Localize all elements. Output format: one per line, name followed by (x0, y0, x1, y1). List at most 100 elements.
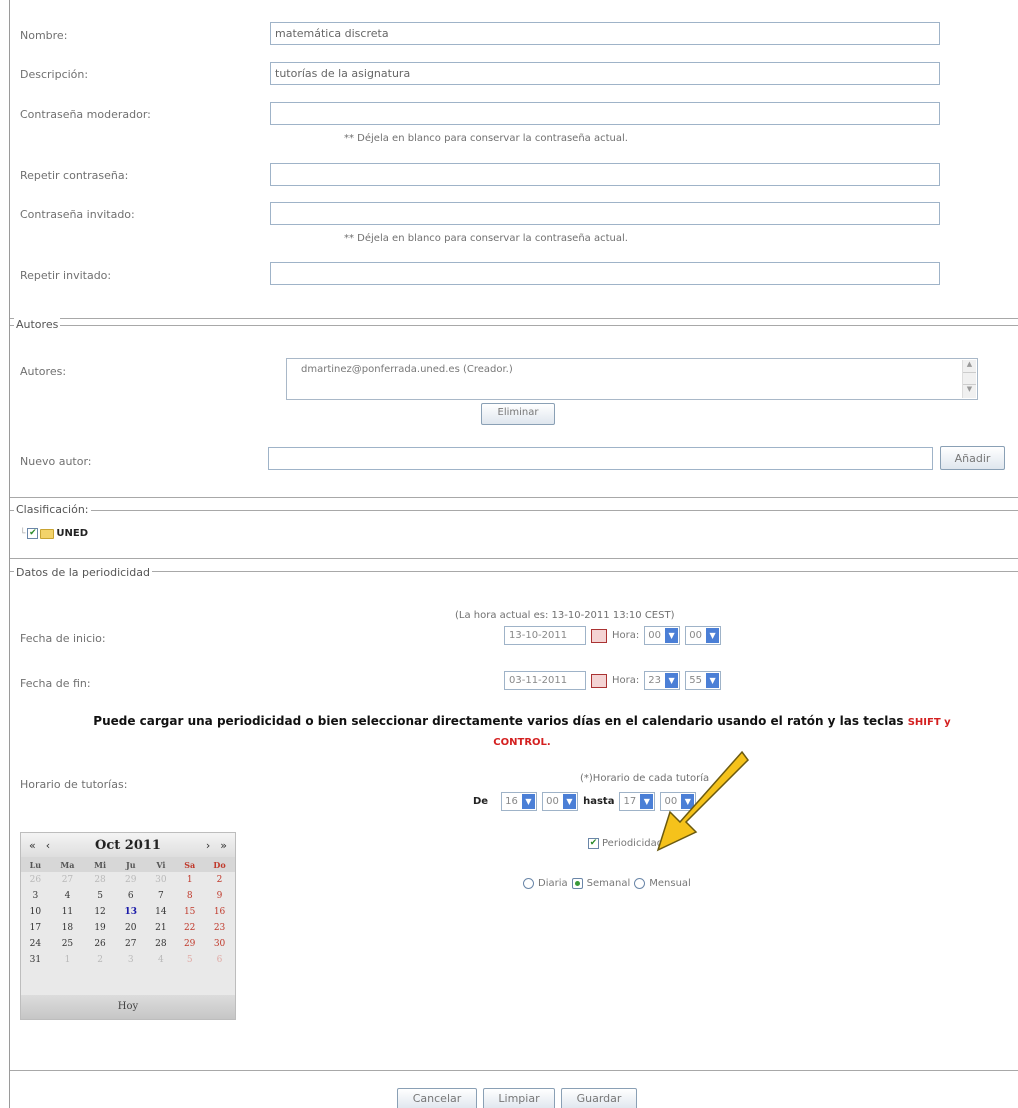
diaria-radio[interactable] (523, 878, 534, 889)
next-year-icon[interactable]: » (220, 839, 227, 852)
autores-listbox[interactable]: dmartinez@ponferrada.uned.es (Creador.) … (286, 358, 978, 400)
calendar-day[interactable]: 21 (147, 920, 176, 936)
semanal-label: Semanal (586, 878, 631, 889)
eliminar-button[interactable]: Eliminar (481, 403, 555, 425)
prev-year-icon[interactable]: « (29, 839, 36, 852)
calendar-day[interactable]: 27 (50, 872, 85, 888)
calendar-day[interactable]: 8 (175, 888, 204, 904)
calendar-icon[interactable] (591, 628, 607, 643)
calendar-day[interactable]: 19 (85, 920, 115, 936)
calendar-day[interactable]: 25 (50, 936, 85, 952)
tree-checkbox-icon[interactable]: ✔ (27, 528, 39, 539)
fecha-fin-input[interactable]: 03-11-2011 (504, 671, 586, 690)
chevron-down-icon: ▼ (664, 628, 679, 643)
scroll-up-icon[interactable]: ▲ (963, 360, 976, 373)
fecha-fin-group: 03-11-2011 Hora: 23 ▼ 55 ▼ (504, 671, 722, 690)
calendar-widget[interactable]: « ‹ Oct 2011 › » Lu Ma Mi Ju Vi Sa Do 26 27 28 29… (20, 832, 236, 1020)
invitado-note: ** Déjela en blanco para conservar la co… (344, 233, 628, 244)
frequency-radio-group: Diaria Semanal Mensual (523, 878, 691, 889)
scroll-down-icon[interactable]: ▼ (963, 384, 976, 396)
calendar-week: 17 18 19 20 21 22 23 (21, 920, 235, 936)
de-hour-select[interactable]: 16 ▼ (501, 792, 538, 811)
calendar-day[interactable]: 16 (204, 904, 235, 920)
semanal-radio[interactable] (571, 878, 583, 889)
autor-item[interactable]: dmartinez@ponferrada.uned.es (Creador.) (301, 364, 513, 375)
calendar-day[interactable]: 4 (147, 952, 176, 968)
calendar-day[interactable]: 5 (175, 952, 204, 968)
repetir-contrasena-input[interactable] (270, 163, 940, 186)
calendar-day[interactable]: 6 (115, 888, 147, 904)
calendar-day[interactable]: 4 (50, 888, 85, 904)
calendar-day[interactable]: 7 (147, 888, 176, 904)
calendar-day[interactable]: 3 (21, 888, 50, 904)
limpiar-button[interactable]: Limpiar (483, 1088, 555, 1108)
calendar-day[interactable]: 22 (175, 920, 204, 936)
calendar-day-name: Sa (175, 857, 205, 872)
calendar-day[interactable]: 31 (21, 952, 50, 968)
action-buttons: Cancelar Limpiar Guardar (397, 1088, 637, 1108)
calendar-day[interactable]: 12 (85, 904, 115, 920)
calendar-day[interactable]: 1 (50, 952, 85, 968)
tree-node-uned[interactable]: └ ✔ UNED (20, 528, 88, 539)
contrasena-invitado-input[interactable] (270, 202, 940, 225)
calendar-day[interactable]: 30 (147, 872, 176, 888)
contrasena-moderador-input[interactable] (270, 102, 940, 125)
calendar-day[interactable]: 14 (147, 904, 176, 920)
guardar-button[interactable]: Guardar (561, 1088, 637, 1108)
fin-minute-select[interactable]: 55 ▼ (685, 671, 722, 690)
fecha-inicio-input[interactable]: 13-10-2011 (504, 626, 586, 645)
inicio-minute-value: 00 (689, 630, 702, 641)
mensual-radio[interactable] (634, 878, 646, 889)
contrasena-invitado-label: Contraseña invitado: (20, 208, 135, 221)
calendar-day[interactable]: 23 (204, 920, 235, 936)
calendar-day[interactable]: 18 (50, 920, 85, 936)
next-month-icon[interactable]: › (206, 839, 210, 852)
calendar-day[interactable]: 17 (21, 920, 50, 936)
calendar-day-name: Ju (115, 857, 147, 872)
calendar-day[interactable]: 29 (115, 872, 147, 888)
calendar-icon[interactable] (591, 673, 607, 688)
calendar-day[interactable]: 20 (115, 920, 147, 936)
calendar-day[interactable]: 29 (175, 936, 204, 952)
chevron-down-icon: ▼ (705, 628, 720, 643)
hoy-button[interactable]: Hoy (21, 995, 235, 1019)
inicio-hour-select[interactable]: 00 ▼ (644, 626, 681, 645)
calendar-day[interactable]: 15 (175, 904, 204, 920)
periodicidad-checkbox[interactable]: ✔ (588, 838, 599, 849)
calendar-day[interactable]: 27 (115, 936, 147, 952)
calendar-day[interactable]: 3 (115, 952, 147, 968)
listbox-scrollbar[interactable]: ▲ ▼ (962, 360, 976, 398)
calendar-day[interactable]: 9 (204, 888, 235, 904)
hasta-hour-value: 17 (623, 796, 637, 807)
calendar-day-name: Vi (146, 857, 176, 872)
fin-hour-value: 23 (648, 675, 661, 686)
calendar-day[interactable]: 10 (21, 904, 50, 920)
repetir-invitado-input[interactable] (270, 262, 940, 285)
calendar-day[interactable]: 26 (21, 872, 50, 888)
cancelar-button[interactable]: Cancelar (397, 1088, 477, 1108)
descripcion-input[interactable]: tutorías de la asignatura (270, 62, 940, 85)
calendar-day[interactable]: 11 (50, 904, 85, 920)
calendar-day[interactable]: 6 (204, 952, 235, 968)
calendar-day[interactable]: 2 (85, 952, 115, 968)
calendar-day[interactable]: 1 (175, 872, 204, 888)
prev-month-icon[interactable]: ‹ (46, 839, 50, 852)
anadir-button[interactable]: Añadir (940, 446, 1005, 470)
calendar-day[interactable]: 28 (85, 872, 115, 888)
calendar-day[interactable]: 28 (147, 936, 176, 952)
nombre-input[interactable]: matemática discreta (270, 22, 940, 45)
calendar-day[interactable]: 13 (115, 904, 147, 920)
inicio-minute-select[interactable]: 00 ▼ (685, 626, 722, 645)
nuevo-autor-input[interactable] (268, 447, 933, 470)
autores-label: Autores: (20, 365, 67, 378)
de-minute-select[interactable]: 00 ▼ (542, 792, 579, 811)
calendar-day[interactable]: 2 (204, 872, 235, 888)
calendar-day[interactable]: 30 (204, 936, 235, 952)
calendar-day[interactable]: 26 (85, 936, 115, 952)
calendar-day[interactable]: 5 (85, 888, 115, 904)
chevron-down-icon: ▼ (562, 794, 577, 809)
fin-hour-select[interactable]: 23 ▼ (644, 671, 681, 690)
hasta-label: hasta (583, 796, 615, 807)
calendar-day[interactable]: 24 (21, 936, 50, 952)
calendar-grid: Lu Ma Mi Ju Vi Sa Do 26 27 28 29 30 1 2 3 4 5 6 7 8 9 10 11 12… (21, 857, 235, 968)
